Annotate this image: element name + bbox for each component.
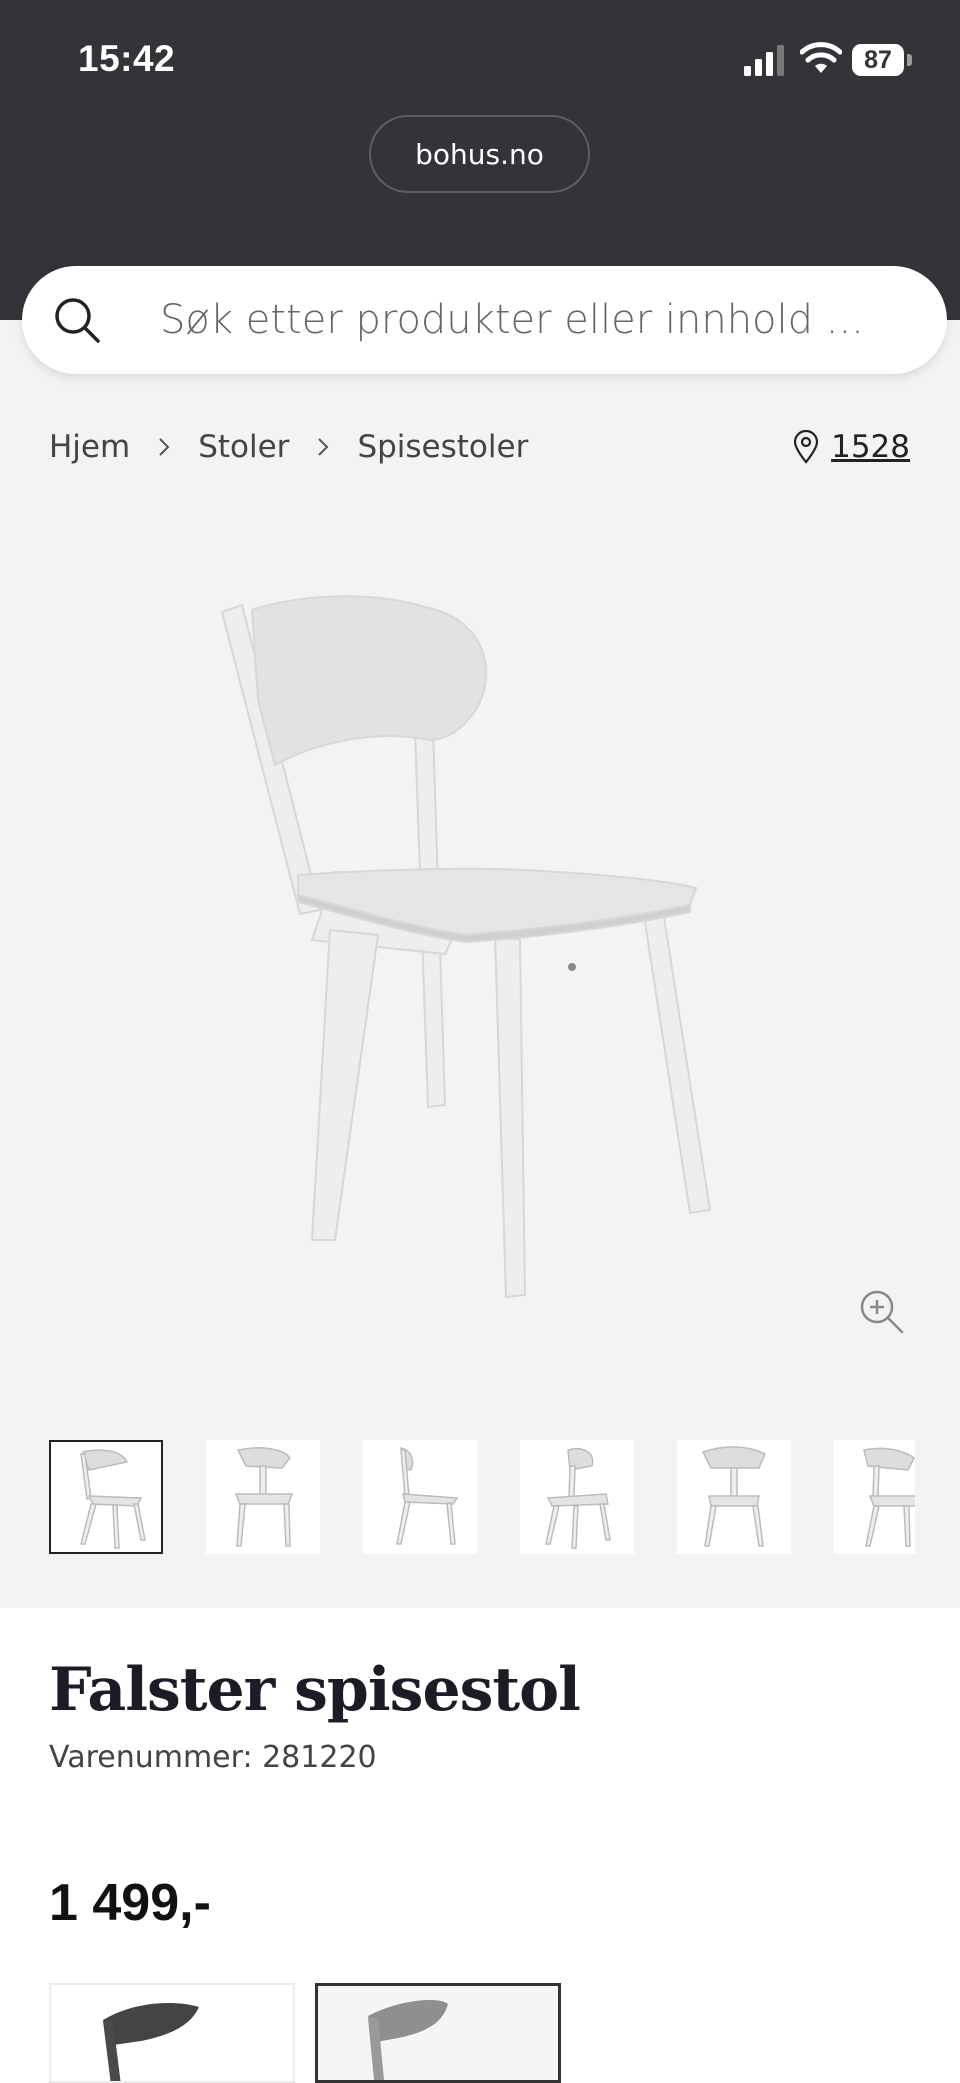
battery-level: 87 xyxy=(864,46,892,74)
signal-icon xyxy=(744,45,784,76)
variant-image xyxy=(368,2000,448,2080)
status-time: 15:42 xyxy=(78,38,176,79)
thumbnail-strip xyxy=(49,1440,915,1560)
zoom-in-icon[interactable] xyxy=(857,1287,907,1337)
location-pin-icon xyxy=(793,430,819,464)
search-input[interactable] xyxy=(160,288,920,352)
breadcrumb-stoler[interactable]: Stoler xyxy=(198,429,289,465)
breadcrumb-spisestoler[interactable]: Spisestoler xyxy=(357,429,528,465)
store-number[interactable]: 1528 xyxy=(831,429,910,465)
product-main-image[interactable] xyxy=(200,590,760,1310)
store-selector[interactable]: 1528 xyxy=(793,423,910,471)
variant-swatch-black[interactable] xyxy=(49,1983,295,2083)
chevron-right-icon xyxy=(289,432,357,462)
thumbnail-1[interactable] xyxy=(49,1440,163,1554)
thumbnail-3[interactable] xyxy=(363,1440,477,1554)
product-title: Falster spisestol xyxy=(49,1655,581,1725)
wifi-icon xyxy=(800,42,842,73)
chevron-right-icon xyxy=(130,432,198,462)
thumbnail-6[interactable] xyxy=(834,1440,915,1554)
breadcrumb: Hjem Stoler Spisestoler xyxy=(49,423,528,471)
variant-image xyxy=(103,2003,199,2081)
product-price: 1 499,- xyxy=(49,1874,211,1932)
search-bar[interactable] xyxy=(22,266,947,374)
battery-icon: 87 xyxy=(852,44,912,76)
thumbnail-4[interactable] xyxy=(520,1440,634,1554)
thumbnail-5[interactable] xyxy=(677,1440,791,1554)
product-sku: Varenummer: 281220 xyxy=(49,1740,377,1775)
breadcrumb-home[interactable]: Hjem xyxy=(49,429,130,465)
address-bar[interactable]: bohus.no xyxy=(369,115,590,193)
variant-swatch-grey[interactable] xyxy=(315,1983,561,2083)
thumbnail-2[interactable] xyxy=(206,1440,320,1554)
search-icon[interactable] xyxy=(52,295,102,345)
